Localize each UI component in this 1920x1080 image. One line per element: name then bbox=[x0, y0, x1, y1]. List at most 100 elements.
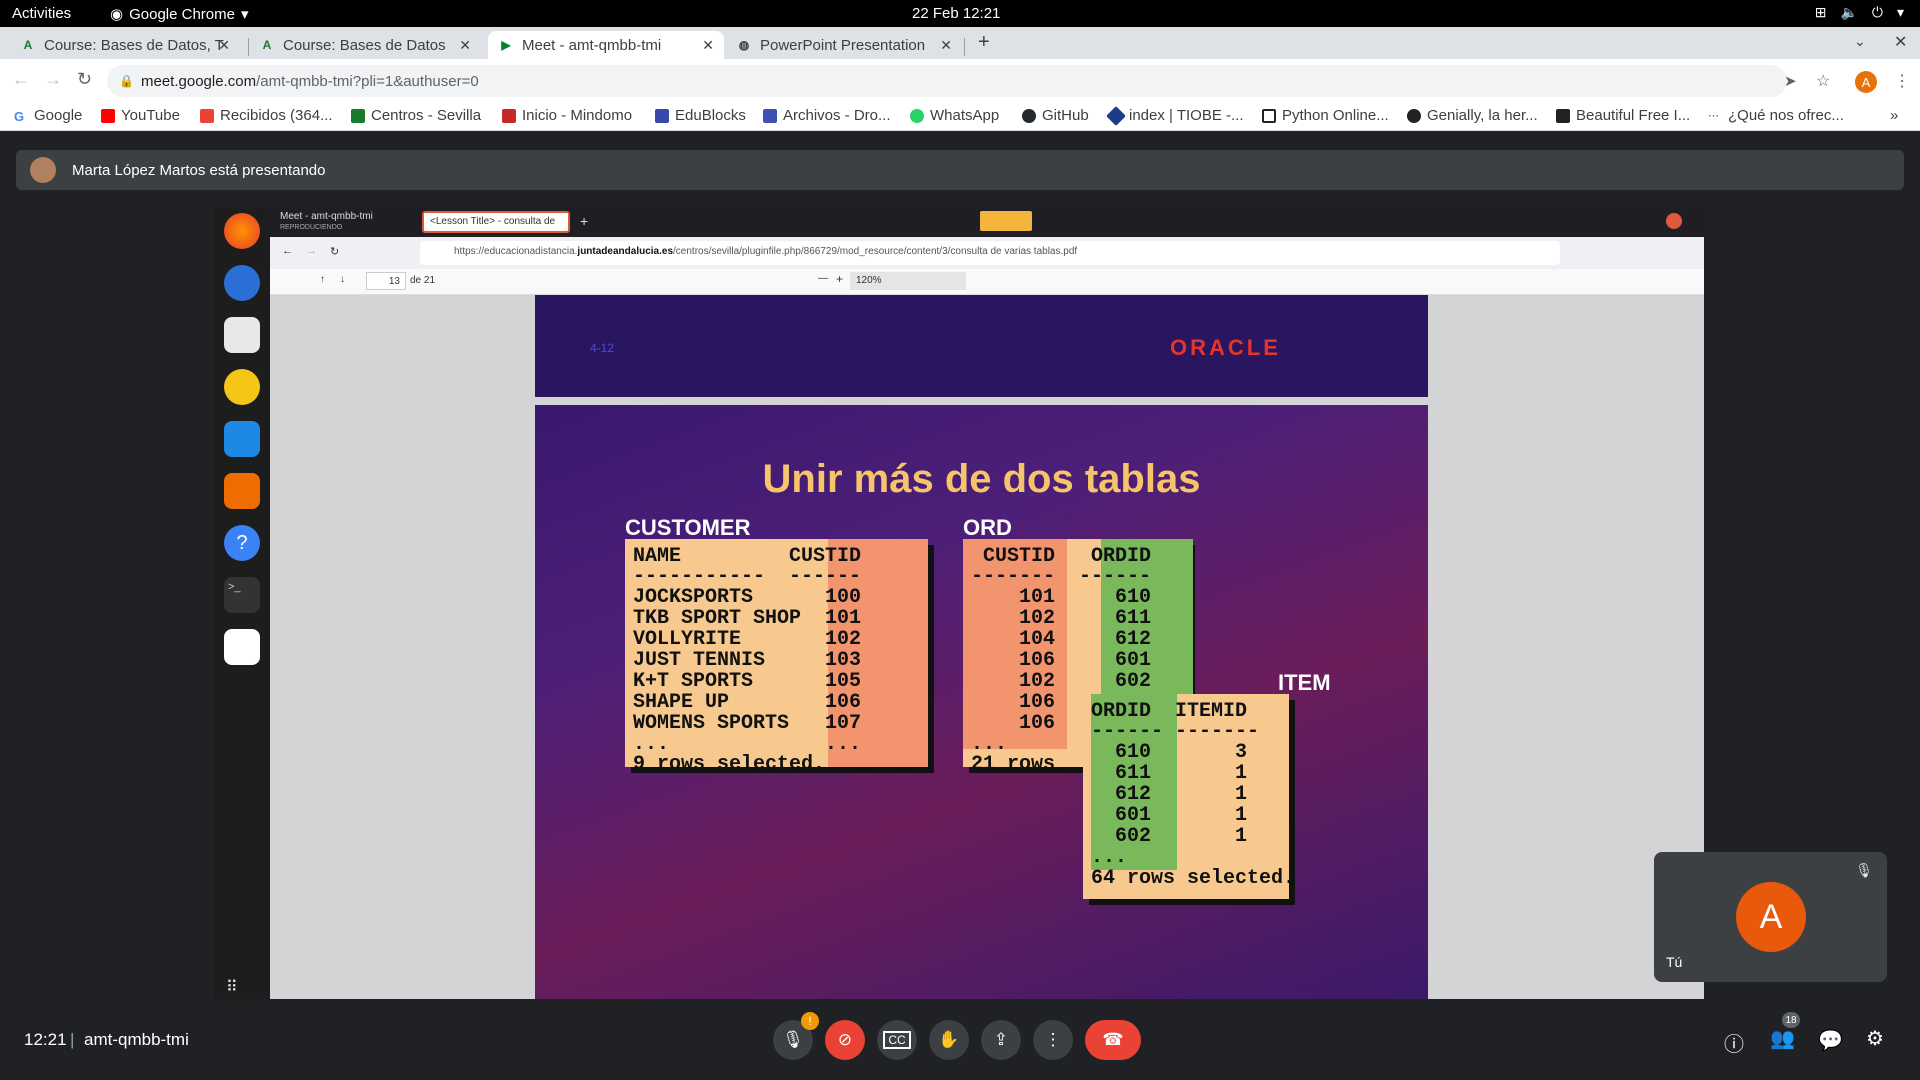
send-icon[interactable]: ➤ bbox=[1784, 72, 1797, 90]
ff-new-tab-button[interactable]: + bbox=[580, 213, 588, 229]
pdf-page-input[interactable]: 13 bbox=[366, 272, 406, 290]
tab-course-2[interactable]: A Course: Bases de Datos ✕ bbox=[249, 31, 481, 59]
profile-avatar[interactable]: A bbox=[1855, 71, 1877, 93]
table-row: 102 611 bbox=[971, 607, 1152, 630]
ff-tab-lesson[interactable]: <Lesson Title> - consulta de bbox=[422, 211, 570, 233]
writer-icon[interactable] bbox=[224, 421, 260, 457]
bookmark-whatsapp[interactable]: WhatsApp bbox=[910, 107, 999, 124]
more-options-button[interactable]: ⋮ bbox=[1033, 1020, 1073, 1060]
table-row: ... bbox=[1091, 846, 1128, 869]
bookmark-tiobe[interactable]: index | TIOBE -... bbox=[1106, 105, 1244, 126]
table-row: VOLLYRITE 102 bbox=[633, 628, 862, 651]
close-icon[interactable]: ✕ bbox=[702, 37, 714, 54]
forward-button[interactable]: → bbox=[44, 69, 62, 90]
activities-button[interactable]: Activities bbox=[12, 5, 71, 22]
zoom-out-button[interactable]: — bbox=[818, 273, 828, 284]
meeting-time: 12:21 bbox=[24, 1030, 67, 1049]
url-path: /amt-qmbb-tmi?pli=1&authuser=0 bbox=[256, 72, 479, 90]
star-icon[interactable]: ☆ bbox=[1816, 71, 1830, 91]
ff-tab-meet[interactable]: Meet - amt-qmbb-tmi REPRODUCIENDO bbox=[274, 209, 414, 235]
new-tab-button[interactable]: + bbox=[978, 31, 990, 54]
app-icon[interactable] bbox=[224, 629, 260, 665]
bookmark-mindomo[interactable]: Inicio - Mindomo bbox=[502, 107, 632, 124]
pdf-next-page[interactable]: ↓ bbox=[340, 274, 345, 285]
close-icon[interactable]: ✕ bbox=[218, 37, 230, 54]
bookmark-edublocks[interactable]: EduBlocks bbox=[655, 107, 746, 124]
files-icon[interactable] bbox=[224, 317, 260, 353]
close-icon[interactable]: ✕ bbox=[940, 37, 952, 54]
table-row: 611 1 bbox=[1091, 762, 1248, 785]
tab-title: Meet - amt-qmbb-tmi bbox=[522, 36, 662, 54]
leave-call-button[interactable]: ☎ bbox=[1085, 1020, 1141, 1060]
bookmark-youtube[interactable]: YouTube bbox=[101, 107, 180, 124]
ff-reload-button[interactable]: ↻ bbox=[330, 245, 339, 258]
firefox-nav-bar: ← → ↻ https://educacionadistancia.juntad… bbox=[270, 237, 1704, 269]
zoom-in-button[interactable]: + bbox=[836, 272, 843, 286]
people-icon[interactable]: 👥 bbox=[1770, 1026, 1795, 1051]
bookmark-gmail[interactable]: Recibidos (364... bbox=[200, 107, 333, 124]
help-icon[interactable]: ? bbox=[224, 525, 260, 561]
bookmark-beautiful[interactable]: Beautiful Free I... bbox=[1556, 107, 1690, 124]
software-icon[interactable] bbox=[224, 473, 260, 509]
bookmarks-overflow-button[interactable]: » bbox=[1890, 107, 1898, 124]
window-close-button[interactable]: ✕ bbox=[1894, 32, 1907, 52]
chevron-down-icon: ▾ bbox=[1896, 4, 1904, 20]
captions-icon: CC bbox=[883, 1031, 911, 1049]
present-button[interactable]: ⇪ bbox=[981, 1020, 1021, 1060]
reload-button[interactable]: ↻ bbox=[77, 69, 92, 90]
thunderbird-icon[interactable] bbox=[224, 265, 260, 301]
pdf-viewer: 4-12 ORACLE Unir más de dos tablas CUSTO… bbox=[270, 295, 1704, 999]
previous-slide: 4-12 ORACLE bbox=[535, 295, 1428, 397]
zoom-select[interactable]: 120% bbox=[850, 272, 966, 290]
self-video-tile[interactable]: 🎙 A Tú bbox=[1654, 852, 1887, 982]
url-host: meet.google.com bbox=[141, 72, 257, 90]
app-name: Google Chrome bbox=[129, 5, 235, 23]
lock-icon: 🔒 bbox=[119, 74, 134, 88]
address-bar[interactable]: 🔒 meet.google.com/amt-qmbb-tmi?pli=1&aut… bbox=[107, 65, 1787, 97]
table-row: 104 612 bbox=[971, 628, 1152, 651]
tab-title: Course: Bases de Datos, T bbox=[44, 36, 224, 54]
ff-back-button[interactable]: ← bbox=[282, 245, 293, 257]
bookmark-genially[interactable]: Genially, la her... bbox=[1407, 107, 1538, 124]
ff-forward-button[interactable]: → bbox=[306, 245, 317, 257]
bookmark-python[interactable]: Python Online... bbox=[1262, 107, 1389, 124]
table-separator: ------- ------ bbox=[971, 565, 1152, 588]
globe-icon: ◍ bbox=[738, 38, 750, 52]
captions-button[interactable]: CC bbox=[877, 1020, 917, 1060]
tab-course-1[interactable]: A Course: Bases de Datos, T ✕ bbox=[10, 31, 240, 59]
menu-icon[interactable]: ⋮ bbox=[1894, 71, 1910, 91]
close-icon[interactable]: ✕ bbox=[459, 37, 471, 54]
pdf-prev-page[interactable]: ↑ bbox=[320, 274, 325, 285]
info-icon[interactable]: ⓘ bbox=[1724, 1028, 1744, 1057]
ff-address-bar[interactable]: https://educacionadistancia.juntadeandal… bbox=[420, 241, 1560, 265]
meeting-code: amt-qmbb-tmi bbox=[84, 1030, 189, 1049]
bookmark-github[interactable]: GitHub bbox=[1022, 107, 1089, 124]
app-menu[interactable]: ◉ Google Chrome ▾ bbox=[110, 5, 249, 24]
terminal-icon[interactable]: >_ bbox=[224, 577, 260, 613]
system-clock[interactable]: 22 Feb 12:21 bbox=[912, 5, 1000, 22]
firefox-icon[interactable] bbox=[224, 213, 260, 249]
mic-button[interactable]: 🎙 ! bbox=[773, 1012, 819, 1060]
mic-off-icon: 🎙 bbox=[782, 1030, 804, 1049]
tab-meet[interactable]: ▶ Meet - amt-qmbb-tmi ✕ bbox=[488, 31, 724, 59]
rhythmbox-icon[interactable] bbox=[224, 369, 260, 405]
tab-search-button[interactable]: ⌄ bbox=[1854, 33, 1866, 50]
activities-icon[interactable]: ⚙ bbox=[1866, 1026, 1884, 1051]
table-row: SHAPE UP 106 bbox=[633, 691, 862, 714]
sharing-indicator[interactable] bbox=[980, 211, 1032, 231]
chat-icon[interactable]: 💬 bbox=[1818, 1028, 1843, 1053]
ff-close-button[interactable] bbox=[1666, 213, 1682, 229]
bookmark-google[interactable]: G Google bbox=[14, 107, 82, 124]
app-grid-icon[interactable]: ⠿ bbox=[226, 977, 240, 997]
bookmark-que-nos-ofrece[interactable]: ⋯ ¿Qué nos ofrec... bbox=[1708, 107, 1844, 124]
bookmark-centros[interactable]: Centros - Sevilla bbox=[351, 107, 481, 124]
bookmarks-bar: G Google YouTube Recibidos (364... Centro… bbox=[0, 103, 1920, 131]
camera-button[interactable]: ⊘ bbox=[825, 1020, 865, 1060]
presenter-text: Marta López Martos está presentando bbox=[72, 161, 326, 179]
raise-hand-button[interactable]: ✋ bbox=[929, 1020, 969, 1060]
system-tray[interactable]: ⊞ 🔈 ⏻ ▾ bbox=[1815, 4, 1904, 21]
back-button[interactable]: ← bbox=[12, 69, 30, 90]
bookmark-archivos[interactable]: Archivos - Dro... bbox=[763, 107, 891, 124]
tab-powerpoint[interactable]: ◍ PowerPoint Presentation ✕ bbox=[726, 31, 962, 59]
browser-toolbar: ← → ↻ 🔒 meet.google.com/amt-qmbb-tmi?pli… bbox=[0, 59, 1920, 103]
